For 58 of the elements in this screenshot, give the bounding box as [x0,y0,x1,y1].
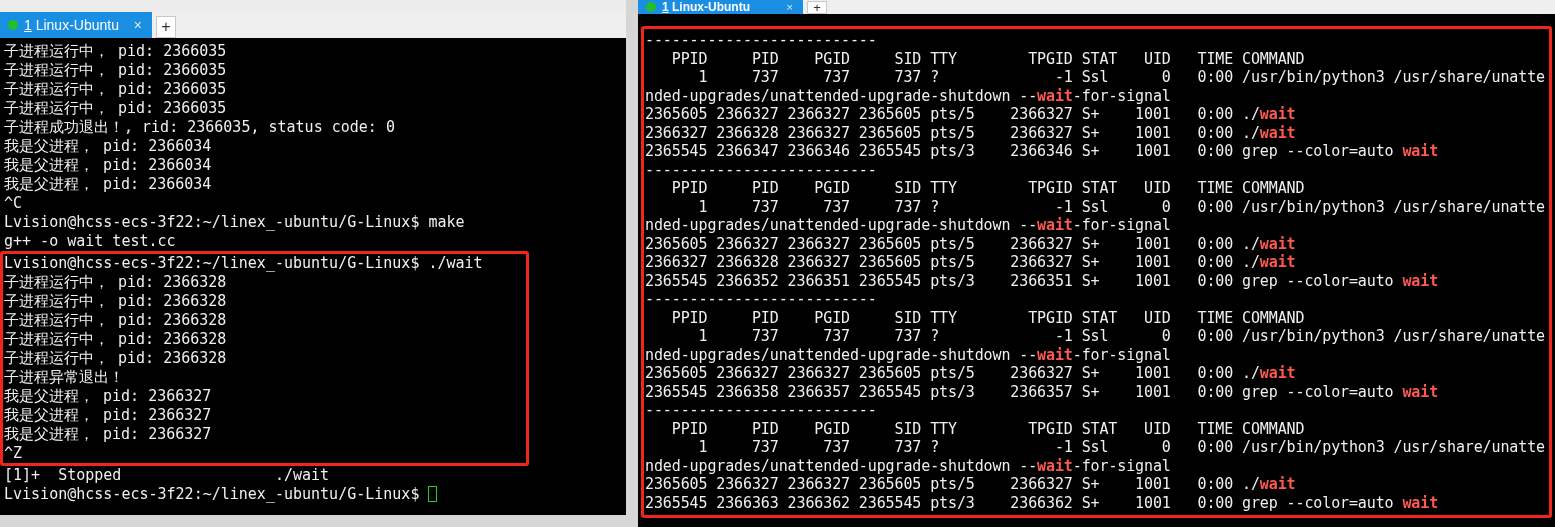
terminal-line: 1 737 737 737 ? -1 Ssl 0 0:00 /usr/bin/python3 /usr/share/unatte [697,68,1545,86]
terminal-line: 子进程运行中， pid: 2366328 [4,311,227,329]
terminal-line: nded-upgrades/unattended-upgrade-shutdown --wait-for-signal [645,345,1171,364]
terminal-line: PPID PID PGID SID TTY TPGID STAT UID TIME COMMAND [670,49,1305,68]
terminal-line: Lvision@hcss-ecs-3f22:~/linex_-ubuntu/G-Linux$ ./wait [4,254,483,272]
status-dot-icon [8,20,18,30]
terminal-line: 1 737 737 737 ? -1 Ssl 0 0:00 /usr/bin/python3 /usr/share/unatte [697,438,1545,456]
terminal-line: 我是父进程， pid: 2366327 [4,425,212,443]
terminal-line: nded-upgrades/unattended-upgrade-shutdown --wait-for-signal [645,86,1171,105]
terminal-line: nded-upgrades/unattended-upgrade-shutdown --wait-for-signal [645,216,1171,234]
terminal-line: 2365545 2366347 2366346 2365545 pts/3 2366346 S+ 1001 0:00 grep --color=auto wait [645,142,1439,160]
new-tab-button[interactable]: + [156,16,176,38]
terminal-line: 2365605 2366327 2366327 2365605 pts/5 2366327 S+ 1001 0:00 ./wait [645,475,1296,493]
terminal-line: 我是父进程， pid: 2366327 [4,406,212,424]
terminal-line: 1 737 737 737 ? -1 Ssl 0 0:00 /usr/bin/python3 /usr/share/unatte [697,327,1545,345]
close-icon[interactable]: × [786,1,793,13]
status-dot-icon [646,2,656,12]
terminal-line: PPID PID PGID SID TTY TPGID STAT UID TIME COMMAND [670,308,1305,327]
terminal-line: 2365545 2366363 2366362 2365545 pts/3 2366362 S+ 1001 0:00 grep --color=auto wait [645,493,1439,512]
terminal-line: 2365605 2366327 2366327 2365605 pts/5 2366327 S+ 1001 0:00 ./wait [645,364,1296,382]
terminal-line: 子进程运行中， pid: 2366035 [4,99,227,117]
terminal-line: 子进程运行中， pid: 2366035 [4,61,227,79]
terminal-line: 子进程运行中， pid: 2366328 [4,273,227,291]
terminal-line: ^Z [4,444,23,462]
terminal-line: 子进程运行中， pid: 2366328 [4,292,227,310]
terminal-line: 子进程运行中， pid: 2366035 [4,80,227,98]
terminal-line: ^C [4,194,23,212]
terminal-line: Lvision@hcss-ecs-3f22:~/linex_-ubuntu/G-Linux$ make [4,213,465,231]
terminal-line: 我是父进程， pid: 2366034 [4,137,212,155]
terminal-line: 2366327 2366328 2366327 2365605 pts/5 2366327 S+ 1001 0:00 ./wait [645,123,1296,142]
terminal-line: 1 737 737 737 ? -1 Ssl 0 0:00 /usr/bin/python3 /usr/share/unatte [697,197,1545,216]
terminal-line: -------------------------- [645,160,877,179]
terminal-line: 2365545 2366358 2366357 2365545 pts/3 2366357 S+ 1001 0:00 grep --color=auto wait [645,382,1439,401]
terminal-line: 子进程运行中， pid: 2366328 [4,330,227,348]
terminal-tab[interactable]: 1 Linux-Ubuntu × [638,0,803,14]
close-icon[interactable]: × [133,17,142,33]
terminal-line: g++ -o wait test.cc [4,232,176,250]
terminal-line: 我是父进程， pid: 2366327 [4,387,212,405]
terminal-line: 2365545 2366352 2366351 2365545 pts/3 2366351 S+ 1001 0:00 grep --color=auto wait [645,271,1439,290]
terminal-line: Lvision@hcss-ecs-3f22:~/linex_-ubuntu/G-Linux$ [4,485,420,503]
terminal-line: 子进程运行中， pid: 2366328 [4,349,227,367]
terminal-line: 子进程运行中， pid: 2366035 [4,42,227,60]
terminal-line: 子进程成功退出！, rid: 2366035, status code: 0 [4,118,395,136]
terminal-line: 2365605 2366327 2366327 2365605 pts/5 2366327 S+ 1001 0:00 ./wait [645,105,1296,123]
terminal-tab[interactable]: 1 Linux-Ubuntu × [0,12,152,38]
terminal-line: 2365605 2366327 2366327 2365605 pts/5 2366327 S+ 1001 0:00 ./wait [645,234,1296,253]
terminal-line: 子进程异常退出！ [4,368,124,386]
terminal-line: -------------------------- [645,290,877,308]
terminal-line: [1]+ Stopped ./wait [4,466,330,484]
terminal-line: 我是父进程， pid: 2366034 [4,156,212,174]
terminal-line: PPID PID PGID SID TTY TPGID STAT UID TIME COMMAND [670,419,1305,438]
terminal-line: nded-upgrades/unattended-upgrade-shutdown --wait-for-signal [645,456,1171,475]
terminal-line: PPID PID PGID SID TTY TPGID STAT UID TIME COMMAND [670,179,1305,197]
terminal-line: 2366327 2366328 2366327 2365605 pts/5 2366327 S+ 1001 0:00 ./wait [645,253,1296,271]
terminal-line: -------------------------- [645,401,877,419]
terminal-line: 我是父进程， pid: 2366034 [4,175,212,193]
new-tab-button[interactable]: + [807,1,827,14]
terminal-line: -------------------------- [645,31,877,49]
